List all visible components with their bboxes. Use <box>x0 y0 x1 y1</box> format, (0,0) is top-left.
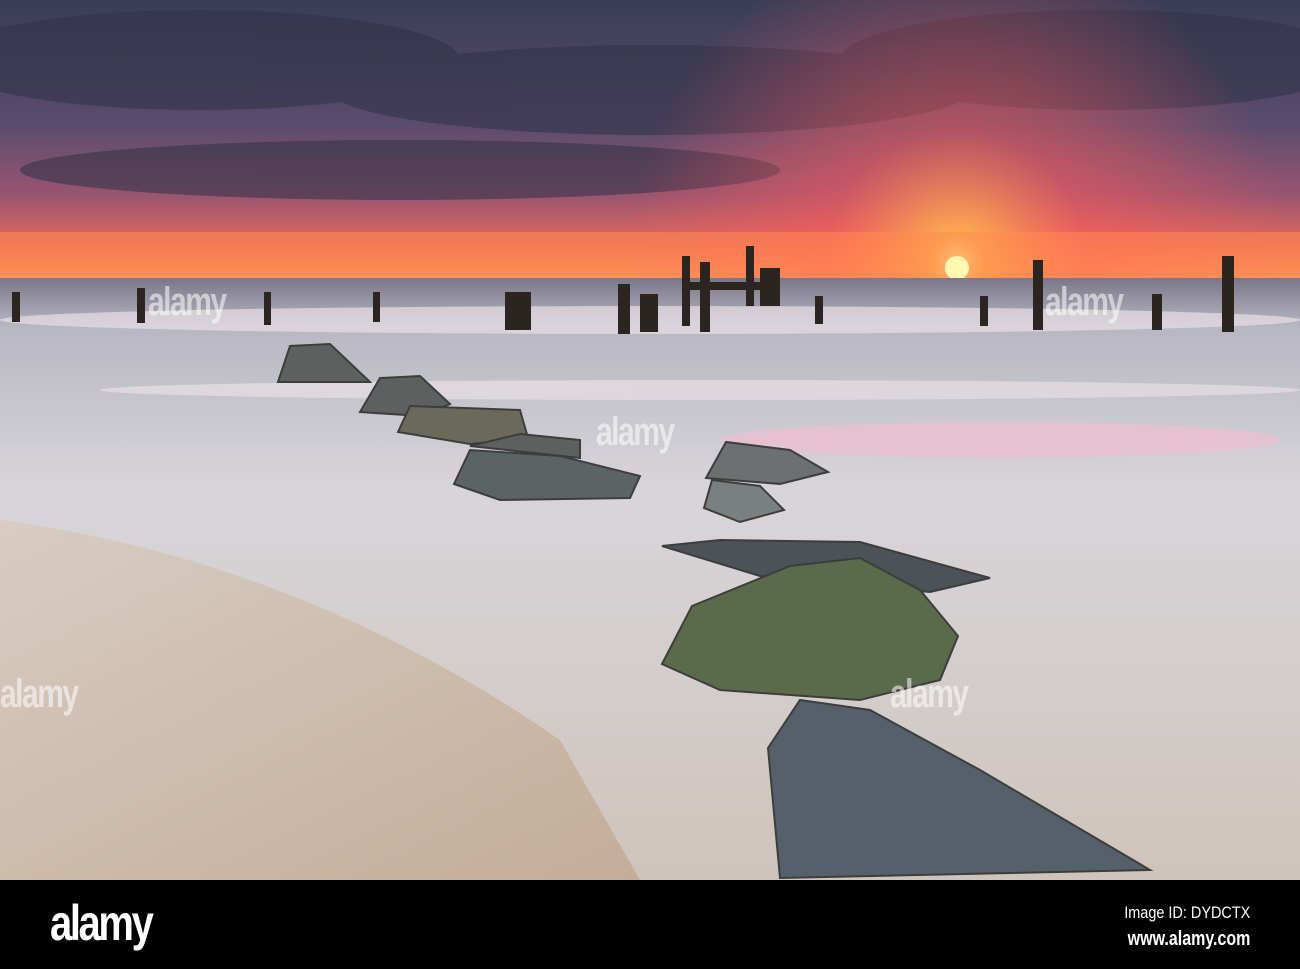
watermark: alamy <box>1045 280 1124 324</box>
alamy-logo: alamy <box>50 895 154 951</box>
watermark: alamy <box>0 672 79 716</box>
watermark: alamy <box>148 280 227 324</box>
footer-bar: alamy Image ID: DYDCTX www.alamy.com <box>0 880 1300 969</box>
image-id: Image ID: DYDCTX <box>1123 903 1250 922</box>
beach-sunset-photo: alamy alamy alamy alamy alamy <box>0 0 1300 880</box>
watermark: alamy <box>596 410 675 454</box>
site-url[interactable]: www.alamy.com <box>1127 928 1250 951</box>
watermark: alamy <box>890 672 969 716</box>
